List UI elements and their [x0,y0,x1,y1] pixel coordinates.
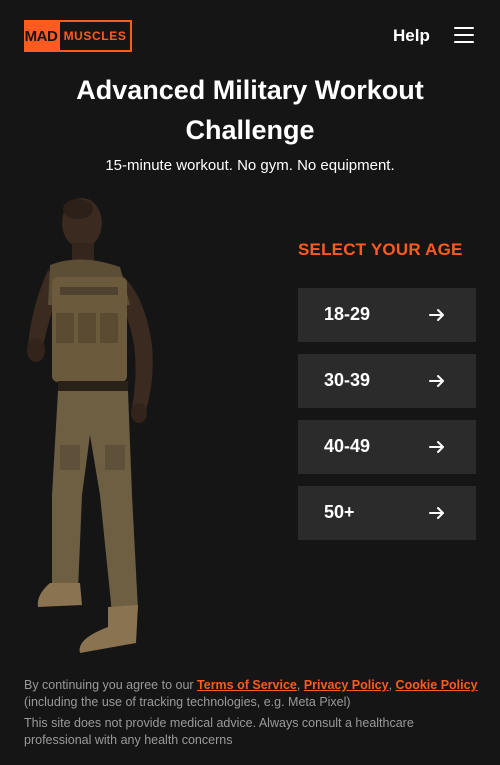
consent-prefix: By continuing you agree to our [24,678,198,692]
age-option-label: 50+ [324,502,355,522]
age-option-18-29[interactable]: 18-29 [298,288,476,342]
header: MAD MUSCLES Help [0,0,500,72]
logo-muscles-text: MUSCLES [58,20,132,52]
separator: , [296,678,304,692]
menu-icon[interactable] [454,27,474,43]
terms-link[interactable]: Terms of Service [197,678,297,692]
age-option-label: 30-39 [324,370,371,390]
age-option-30-39[interactable]: 30-39 [298,354,476,408]
age-option-label: 40-49 [324,436,371,456]
separator: , [388,678,396,692]
page-title: Advanced Military Workout Challenge [76,75,424,145]
age-option-40-49[interactable]: 40-49 [298,420,476,474]
logo-mad-text: MAD [24,20,58,52]
soldier-image [20,195,170,670]
consent-text: By continuing you agree to our Terms of … [24,677,480,711]
page-subtitle: 15-minute workout. No gym. No equipment. [105,157,395,174]
brand-logo[interactable]: MAD MUSCLES [24,20,132,52]
arrow-right-icon [429,309,444,321]
privacy-link[interactable]: Privacy Policy [304,678,389,692]
age-option-label: 18-29 [324,304,371,324]
arrow-right-icon [429,507,444,519]
age-option-50-plus[interactable]: 50+ [298,486,476,540]
select-age-heading: SELECT YOUR AGE [298,240,463,259]
help-link[interactable]: Help [393,26,430,46]
medical-disclaimer: This site does not provide medical advic… [24,716,414,747]
arrow-right-icon [429,441,444,453]
legal-footer: By continuing you agree to our Terms of … [24,677,480,749]
cookie-link[interactable]: Cookie Policy [396,678,478,692]
tracking-note: (including the use of tracking technolog… [24,695,351,709]
arrow-right-icon [429,375,444,387]
